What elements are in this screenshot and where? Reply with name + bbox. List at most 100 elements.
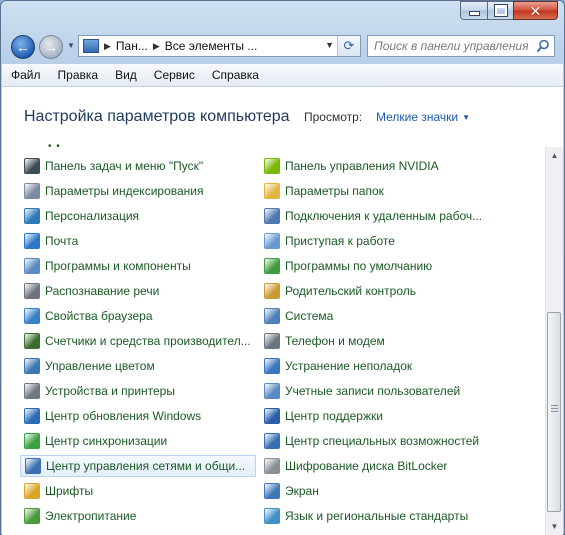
parental-controls-icon (264, 283, 280, 299)
control-panel-item-label: Центр обновления Windows (45, 409, 202, 423)
control-panel-item[interactable]: Подключения к удаленным рабоч... (260, 205, 510, 227)
personalization-icon (24, 208, 40, 224)
control-panel-item[interactable]: Панель задач и меню "Пуск" (20, 155, 256, 177)
printer-icon (24, 383, 40, 399)
menu-file[interactable]: Файл (2, 68, 49, 82)
control-panel-item[interactable]: Учетные записи пользователей (260, 380, 510, 402)
control-panel-item[interactable]: Панель управления NVIDIA (260, 155, 510, 177)
refresh-icon: ⟳ (343, 38, 355, 53)
caption-buttons: ✕ (460, 1, 558, 20)
breadcrumb-chevron-icon[interactable]: ▶ (153, 41, 160, 52)
action-center-flag-icon (264, 408, 280, 424)
control-panel-item[interactable]: Управление цветом (20, 355, 256, 377)
control-panel-item[interactable]: Центр управления сетями и общи... (20, 455, 256, 477)
search-input[interactable] (374, 39, 534, 53)
control-panel-item[interactable]: Система (260, 305, 510, 327)
control-panel-item[interactable]: Центр синхронизации (20, 430, 256, 452)
control-panel-item-label: Почта (45, 234, 79, 248)
control-panel-item-label: Персонализация (45, 209, 140, 223)
control-panel-item[interactable]: Почта (20, 230, 256, 252)
breadcrumb-chevron-icon[interactable]: ▶ (104, 41, 111, 52)
taskbar-icon (24, 158, 40, 174)
control-panel-item[interactable]: Телефон и модем (260, 330, 510, 352)
power-icon (24, 508, 40, 524)
control-panel-item[interactable]: Счетчики и средства производител... (20, 330, 256, 352)
control-panel-item-label: Параметры папок (285, 184, 384, 198)
control-panel-item[interactable]: Персонализация (20, 205, 256, 227)
menu-edit[interactable]: Правка (49, 68, 107, 82)
menu-view[interactable]: Вид (106, 68, 145, 82)
minimize-icon (468, 11, 480, 16)
search-icon[interactable] (536, 39, 550, 53)
vertical-scrollbar[interactable]: ▲ ▼ (545, 147, 563, 535)
control-panel-item[interactable]: Приступая к работе (260, 230, 510, 252)
sync-icon (24, 433, 40, 449)
breadcrumb-all-items[interactable]: Все элементы ... (165, 39, 258, 53)
address-bar[interactable]: ▶ Пан... ▶ Все элементы ... ▼ ⟳ (78, 35, 361, 57)
control-panel-item[interactable]: Центр поддержки (260, 405, 510, 427)
control-panel-item-label: Центр управления сетями и общи... (46, 459, 246, 473)
windows-update-icon (24, 408, 40, 424)
maximize-button[interactable] (487, 1, 513, 20)
address-dropdown-icon[interactable]: ▼ (325, 40, 334, 50)
menu-help[interactable]: Справка (203, 68, 267, 82)
control-panel-item-label: Программы по умолчанию (285, 259, 433, 273)
forward-button[interactable]: → (39, 35, 63, 59)
control-panel-item-label: Язык и региональные стандарты (285, 509, 469, 523)
items-grid: Панель задач и меню "Пуск" Параметры инде… (20, 155, 534, 535)
control-panel-item[interactable]: Параметры индексирования (20, 180, 256, 202)
control-panel-item-label: Панель управления NVIDIA (285, 159, 439, 173)
breadcrumb-control-panel[interactable]: Пан... (116, 39, 148, 53)
scroll-up-button[interactable]: ▲ (546, 147, 563, 164)
scroll-down-button[interactable]: ▼ (546, 518, 563, 535)
menu-bar: Файл Правка Вид Сервис Справка (2, 64, 563, 87)
view-by-dropdown[interactable]: Мелкие значки ▼ (376, 110, 470, 124)
close-button[interactable]: ✕ (513, 1, 558, 20)
troubleshooting-icon (264, 358, 280, 374)
minimize-button[interactable] (460, 1, 487, 20)
control-panel-item[interactable]: Родительский контроль (260, 280, 510, 302)
control-panel-item[interactable]: Электропитание (20, 505, 256, 527)
display-icon (264, 483, 280, 499)
phone-modem-icon (264, 333, 280, 349)
control-panel-item[interactable]: Язык и региональные стандарты (260, 505, 510, 527)
view-by-value: Мелкие значки (376, 110, 459, 124)
control-panel-item[interactable]: Устранение неполадок (260, 355, 510, 377)
control-panel-item[interactable]: Центр специальных возможностей (260, 430, 510, 452)
control-panel-item[interactable]: Шрифты (20, 480, 256, 502)
control-panel-item-label: Программы и компоненты (45, 259, 191, 273)
control-panel-item[interactable]: Свойства браузера (20, 305, 256, 327)
back-button[interactable]: ← (11, 35, 35, 59)
menu-tools[interactable]: Сервис (145, 68, 203, 82)
control-panel-item[interactable]: Программы и компоненты (20, 255, 256, 277)
content-pane: Настройка параметров компьютера Просмотр… (2, 87, 563, 535)
ease-of-access-icon (264, 433, 280, 449)
history-dropdown-icon[interactable]: ▼ (67, 41, 75, 50)
control-panel-item-label: Свойства браузера (45, 309, 153, 323)
maximize-icon (493, 4, 508, 17)
control-panel-item[interactable]: Центр обновления Windows (20, 405, 256, 427)
nvidia-icon (264, 158, 280, 174)
back-arrow-icon: ← (16, 39, 30, 55)
control-panel-item-label: Распознавание речи (45, 284, 160, 298)
control-panel-item[interactable]: Устройства и принтеры (20, 380, 256, 402)
refresh-button[interactable]: ⟳ (337, 36, 360, 56)
user-accounts-icon (264, 383, 280, 399)
control-panel-item[interactable]: Распознавание речи (20, 280, 256, 302)
control-panel-item-label: Родительский контроль (285, 284, 416, 298)
scrollbar-thumb[interactable] (547, 312, 561, 512)
scrolled-item-remnant: • • (48, 141, 61, 152)
control-panel-item[interactable]: Шифрование диска BitLocker (260, 455, 510, 477)
control-panel-item[interactable]: Программы по умолчанию (260, 255, 510, 277)
control-panel-item-label: Центр поддержки (285, 409, 383, 423)
control-panel-item[interactable]: Параметры папок (260, 180, 510, 202)
control-panel-item-label: Шифрование диска BitLocker (285, 459, 448, 473)
control-panel-item-label: Электропитание (45, 509, 137, 523)
mail-icon (24, 233, 40, 249)
control-panel-item[interactable]: Экран (260, 480, 510, 502)
control-panel-item-label: Система (285, 309, 334, 323)
color-management-icon (24, 358, 40, 374)
search-box[interactable] (367, 35, 555, 57)
remote-desktop-icon (264, 208, 280, 224)
control-panel-window: ✕ ← → ▼ ▶ Пан... ▶ Все элементы ... ▼ ⟳ (0, 0, 565, 535)
